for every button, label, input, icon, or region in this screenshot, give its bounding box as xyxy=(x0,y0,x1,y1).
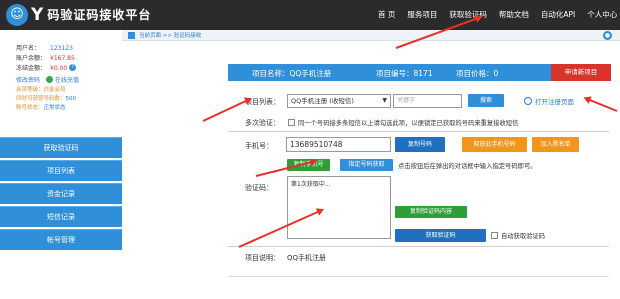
desc-value: QQ手机注册 xyxy=(287,254,327,262)
balance-value: ¥167.85 xyxy=(50,55,75,62)
account-links: 修改密码 在线充值 xyxy=(16,76,120,86)
username-value: 123123 xyxy=(50,45,73,52)
annotation-arrow xyxy=(202,98,251,122)
frozen-label: 冻结金额： xyxy=(16,65,47,72)
multi-verify-text: 同一个号码接多条短信以上请勾选此项，以便锁定已获取的号码来重复接收短信 xyxy=(298,120,519,127)
project-id: 项目编号：8171 xyxy=(376,69,433,78)
bottom-border xyxy=(228,276,609,277)
divider xyxy=(228,246,609,247)
concurrent-row: 同时可获取号码数：500 xyxy=(16,95,120,104)
username-label: 用户名： xyxy=(16,45,41,52)
auto-get-text: 自动获取验证码 xyxy=(501,233,546,240)
online-recharge-label: 在线充值 xyxy=(55,77,80,84)
nav-home[interactable]: 首 页 xyxy=(378,9,395,20)
project-select-value: QQ手机注册 (收短信) xyxy=(291,97,354,105)
open-register-label: 打开注册页面 xyxy=(535,98,574,106)
multi-verify-checkbox[interactable] xyxy=(288,119,295,126)
main-nav: 首 页 服务项目 获取验证码 帮助文档 自动化API 个人中心 xyxy=(378,9,620,20)
chevron-down-icon: ▼ xyxy=(382,97,387,104)
copy-number-button[interactable]: 复制号码 xyxy=(395,137,445,152)
divider xyxy=(228,131,609,132)
logo-letter: Y xyxy=(31,5,44,25)
frozen-row: 冻结金额： ¥0.00? xyxy=(16,64,120,74)
open-register-link[interactable]: 打开注册页面 xyxy=(524,96,574,106)
concurrent-label: 同时可获取号码数： xyxy=(16,96,66,102)
logo-mark-icon: ☺ xyxy=(6,4,28,26)
account-status-row: 账号状态：正常状态 xyxy=(16,104,120,113)
annotation-arrow xyxy=(585,97,618,112)
username-row: 用户名： 123123 xyxy=(16,44,120,54)
release-number-button[interactable]: 释放此手机号码 xyxy=(462,137,527,152)
logo-text: 码验证码接收平台 xyxy=(47,8,152,22)
home-icon[interactable] xyxy=(128,32,135,39)
assign-number-button[interactable]: 指定号码获取 xyxy=(340,159,393,171)
member-level: 会员等级：白金会员 xyxy=(16,87,66,93)
balance-label: 账户余额： xyxy=(16,55,47,62)
phone-field[interactable]: 13689510748 xyxy=(286,137,391,152)
nav-services[interactable]: 服务项目 xyxy=(407,9,437,20)
assign-hint: 点击按钮后在弹出的对话框中输入指定号码即可。 xyxy=(398,163,537,170)
account-status-value: 正常状态 xyxy=(43,105,66,111)
search-button[interactable]: 搜索 xyxy=(468,94,504,107)
sidebar-menu: 获取验证码 项目列表 资金记录 短信记录 帐号管理 xyxy=(0,137,122,252)
user-icon[interactable]: ● xyxy=(603,31,612,40)
logo[interactable]: ☺ Y 码验证码接收平台 xyxy=(6,4,151,26)
frozen-value: ¥0.00 xyxy=(50,65,68,72)
code-textarea[interactable]: 第1次获取中... xyxy=(287,176,391,239)
breadcrumb-bar: 当前页面 >> 验证码接收 xyxy=(122,30,620,41)
apply-project-button[interactable]: 申请新项目 xyxy=(551,64,611,81)
project-price: 项目价格：0 xyxy=(456,69,499,78)
sidebar-item-project-list[interactable]: 项目列表 xyxy=(0,160,122,181)
project-select[interactable]: QQ手机注册 (收短信) ▼ xyxy=(287,94,391,108)
nav-user-center[interactable]: 个人中心 xyxy=(587,9,617,20)
help-icon[interactable]: ? xyxy=(69,64,77,71)
sidebar-item-get-code[interactable]: 获取验证码 xyxy=(0,137,122,158)
phone-label: 手机号： xyxy=(245,142,273,150)
blacklist-button[interactable]: 加入黑名单 xyxy=(532,137,579,152)
sidebar-item-account[interactable]: 帐号管理 xyxy=(0,229,122,250)
sidebar-item-fund-records[interactable]: 资金记录 xyxy=(0,183,122,204)
nav-api[interactable]: 自动化API xyxy=(541,9,575,20)
desc-label: 项目说明： xyxy=(245,254,280,262)
multi-verify-label: 多次验证： xyxy=(245,119,280,127)
edit-password-link[interactable]: 修改密码 xyxy=(16,76,40,86)
project-name: 项目名称：QQ手机注册 xyxy=(252,69,332,78)
balance-row: 账户余额： ¥167.85 xyxy=(16,54,120,64)
get-code-button[interactable]: 获取验证码 xyxy=(395,229,486,242)
keyword-input[interactable]: 关键字 xyxy=(393,94,462,108)
account-status-label: 账号状态： xyxy=(16,105,44,111)
copy-code-button[interactable]: 复制验证码内容 xyxy=(395,206,467,218)
top-navbar: ☺ Y 码验证码接收平台 首 页 服务项目 获取验证码 帮助文档 自动化API … xyxy=(0,0,620,30)
sidebar-item-sms-records[interactable]: 短信记录 xyxy=(0,206,122,227)
link-icon xyxy=(524,97,532,105)
left-sidebar: 用户名： 123123 账户余额： ¥167.85 冻结金额： ¥0.00? 修改密码… xyxy=(0,30,122,299)
online-recharge-link[interactable]: 在线充值 xyxy=(46,76,79,86)
breadcrumb[interactable]: 当前页面 >> 验证码接收 xyxy=(139,31,201,39)
concurrent-value: 500 xyxy=(65,96,77,102)
recharge-icon xyxy=(46,76,54,83)
nav-help[interactable]: 帮助文档 xyxy=(499,9,529,20)
code-label: 验证码： xyxy=(245,184,273,192)
auto-get-checkbox[interactable] xyxy=(491,232,498,239)
user-info-panel: 用户名： 123123 账户余额： ¥167.85 冻结金额： ¥0.00? 修改密码… xyxy=(16,44,120,113)
